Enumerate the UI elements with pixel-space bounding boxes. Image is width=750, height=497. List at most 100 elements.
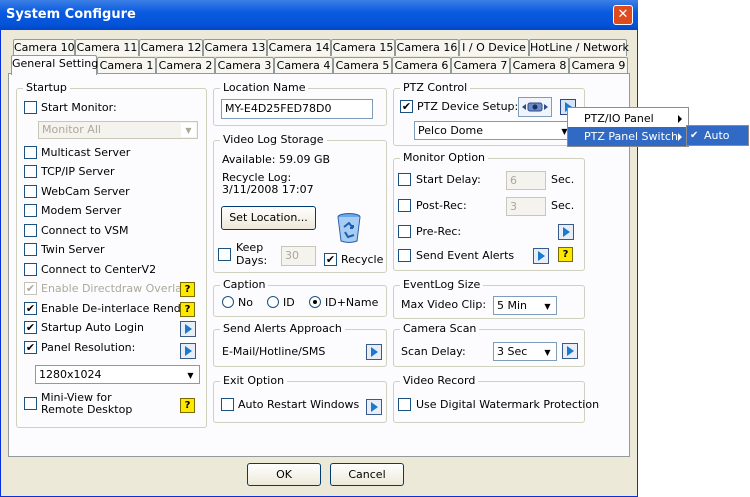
- caption-no-radio[interactable]: [222, 296, 234, 308]
- pre-rec-label: Pre-Rec:: [416, 225, 462, 238]
- tab-general-setting[interactable]: General Setting: [11, 55, 98, 75]
- monitor-select[interactable]: Monitor All ▼: [38, 121, 198, 139]
- available-space-text: Available: 59.09 GB: [222, 153, 331, 166]
- help-icon[interactable]: ?: [180, 398, 195, 413]
- twin-server-label: Twin Server: [41, 243, 105, 256]
- location-name-input[interactable]: MY-E4D25FED78D0: [221, 99, 373, 119]
- startup-group-title: Startup: [23, 81, 70, 94]
- post-rec-unit: Sec.: [551, 199, 575, 212]
- chevron-down-icon: ▼: [183, 367, 198, 382]
- tab-io-device[interactable]: I / O Device: [459, 39, 529, 56]
- start-delay-checkbox[interactable]: [398, 173, 411, 186]
- location-name-title: Location Name: [220, 81, 309, 94]
- connect-centerv2-checkbox[interactable]: [24, 263, 37, 276]
- max-video-clip-value: 5 Min: [497, 299, 528, 312]
- play-arrow-icon[interactable]: [366, 399, 382, 415]
- directdraw-overlay-checkbox[interactable]: ✔: [24, 282, 37, 295]
- menu-item-ptz-panel-switch[interactable]: PTZ Panel Switch: [568, 127, 688, 146]
- ptz-device-select-value: Pelco Dome: [418, 124, 484, 137]
- tab-camera-15[interactable]: Camera 15: [331, 39, 395, 56]
- pre-rec-checkbox[interactable]: [398, 225, 411, 238]
- scan-delay-label: Scan Delay:: [401, 345, 466, 358]
- keep-days-checkbox[interactable]: [218, 248, 231, 261]
- tab-camera-10[interactable]: Camera 10: [13, 39, 75, 56]
- play-arrow-icon[interactable]: [558, 224, 574, 240]
- ptz-context-menu: PTZ/IO Panel PTZ Panel Switch: [567, 107, 689, 147]
- set-location-button[interactable]: Set Location...: [221, 206, 316, 230]
- ptz-device-button[interactable]: [518, 97, 552, 117]
- tab-camera-14[interactable]: Camera 14: [267, 39, 331, 56]
- play-arrow-icon[interactable]: [180, 321, 196, 337]
- panel-resolution-label: Panel Resolution:: [41, 341, 136, 354]
- max-video-clip-select[interactable]: 5 Min ▼: [493, 296, 557, 315]
- caption-id-name-radio[interactable]: [309, 296, 321, 308]
- webcam-server-checkbox[interactable]: [24, 185, 37, 198]
- close-button[interactable]: ✕: [613, 5, 633, 25]
- tab-camera-6[interactable]: Camera 6: [392, 57, 451, 74]
- scan-delay-select[interactable]: 3 Sec ▼: [493, 342, 557, 361]
- send-event-alerts-label: Send Event Alerts: [416, 249, 515, 262]
- webcam-server-label: WebCam Server: [41, 185, 130, 198]
- miniview-label-line2: Remote Desktop: [41, 403, 133, 416]
- tab-camera-8[interactable]: Camera 8: [510, 57, 569, 74]
- recycle-label: Recycle: [341, 253, 384, 266]
- tab-camera-7[interactable]: Camera 7: [451, 57, 510, 74]
- keep-days-input[interactable]: 30: [281, 246, 316, 266]
- start-monitor-checkbox[interactable]: [24, 101, 37, 114]
- submenu-item-auto[interactable]: ✔ Auto: [687, 126, 748, 145]
- ptz-device-select[interactable]: Pelco Dome ▼: [414, 121, 574, 140]
- help-icon[interactable]: ?: [180, 282, 195, 297]
- tab-camera-13[interactable]: Camera 13: [203, 39, 267, 56]
- multicast-server-checkbox[interactable]: [24, 146, 37, 159]
- recycle-checkbox[interactable]: ✔: [324, 253, 337, 266]
- startup-auto-login-checkbox[interactable]: ✔: [24, 321, 37, 334]
- start-monitor-label: Start Monitor:: [41, 101, 117, 114]
- ptz-device-setup-label: PTZ Device Setup:: [417, 100, 519, 113]
- eventlog-size-title: EventLog Size: [400, 278, 484, 291]
- auto-restart-checkbox[interactable]: [221, 398, 234, 411]
- miniview-checkbox[interactable]: [24, 397, 37, 410]
- tab-hotline-network[interactable]: HotLine / Network: [529, 39, 629, 56]
- help-icon[interactable]: ?: [558, 247, 573, 262]
- deinterlace-render-checkbox[interactable]: ✔: [24, 302, 37, 315]
- tab-camera-2[interactable]: Camera 2: [156, 57, 215, 74]
- tab-camera-4[interactable]: Camera 4: [274, 57, 333, 74]
- ptz-device-setup-checkbox[interactable]: ✔: [400, 100, 413, 113]
- tab-camera-5[interactable]: Camera 5: [333, 57, 392, 74]
- tab-camera-11[interactable]: Camera 11: [75, 39, 139, 56]
- tcpip-server-label: TCP/IP Server: [41, 165, 115, 178]
- post-rec-input[interactable]: 3: [506, 197, 546, 216]
- submenu-arrow-icon: [678, 133, 682, 141]
- scan-delay-value: 3 Sec: [497, 345, 528, 358]
- submenu-item-auto-label: Auto: [704, 129, 730, 142]
- tab-camera-9[interactable]: Camera 9: [569, 57, 628, 74]
- cancel-button[interactable]: Cancel: [330, 463, 404, 486]
- twin-server-checkbox[interactable]: [24, 243, 37, 256]
- monitor-option-title: Monitor Option: [400, 151, 489, 164]
- play-arrow-icon[interactable]: [366, 344, 382, 360]
- tab-camera-1[interactable]: Camera 1: [97, 57, 156, 74]
- play-arrow-icon[interactable]: [533, 248, 549, 264]
- tab-camera-3[interactable]: Camera 3: [215, 57, 274, 74]
- send-event-alerts-checkbox[interactable]: [398, 249, 411, 262]
- tcpip-server-checkbox[interactable]: [24, 165, 37, 178]
- modem-server-checkbox[interactable]: [24, 204, 37, 217]
- tab-camera-16[interactable]: Camera 16: [395, 39, 459, 56]
- post-rec-checkbox[interactable]: [398, 199, 411, 212]
- resolution-select[interactable]: 1280x1024 ▼: [35, 365, 200, 384]
- tab-camera-12[interactable]: Camera 12: [139, 39, 203, 56]
- chevron-down-icon: ▼: [181, 123, 196, 137]
- watermark-checkbox[interactable]: [398, 398, 411, 411]
- menu-item-ptz-io-panel[interactable]: PTZ/IO Panel: [568, 109, 688, 128]
- caption-no-label: No: [238, 296, 253, 309]
- play-arrow-icon[interactable]: [180, 343, 196, 359]
- ptz-switch-submenu: ✔ Auto: [686, 125, 749, 146]
- panel-resolution-checkbox[interactable]: ✔: [24, 341, 37, 354]
- connect-vsm-checkbox[interactable]: [24, 224, 37, 237]
- start-delay-input[interactable]: 6: [506, 171, 546, 190]
- caption-id-radio[interactable]: [267, 296, 279, 308]
- help-icon[interactable]: ?: [180, 302, 195, 317]
- ok-button[interactable]: OK: [247, 463, 321, 486]
- days-label: Days:: [236, 254, 268, 267]
- play-arrow-icon[interactable]: [562, 343, 578, 359]
